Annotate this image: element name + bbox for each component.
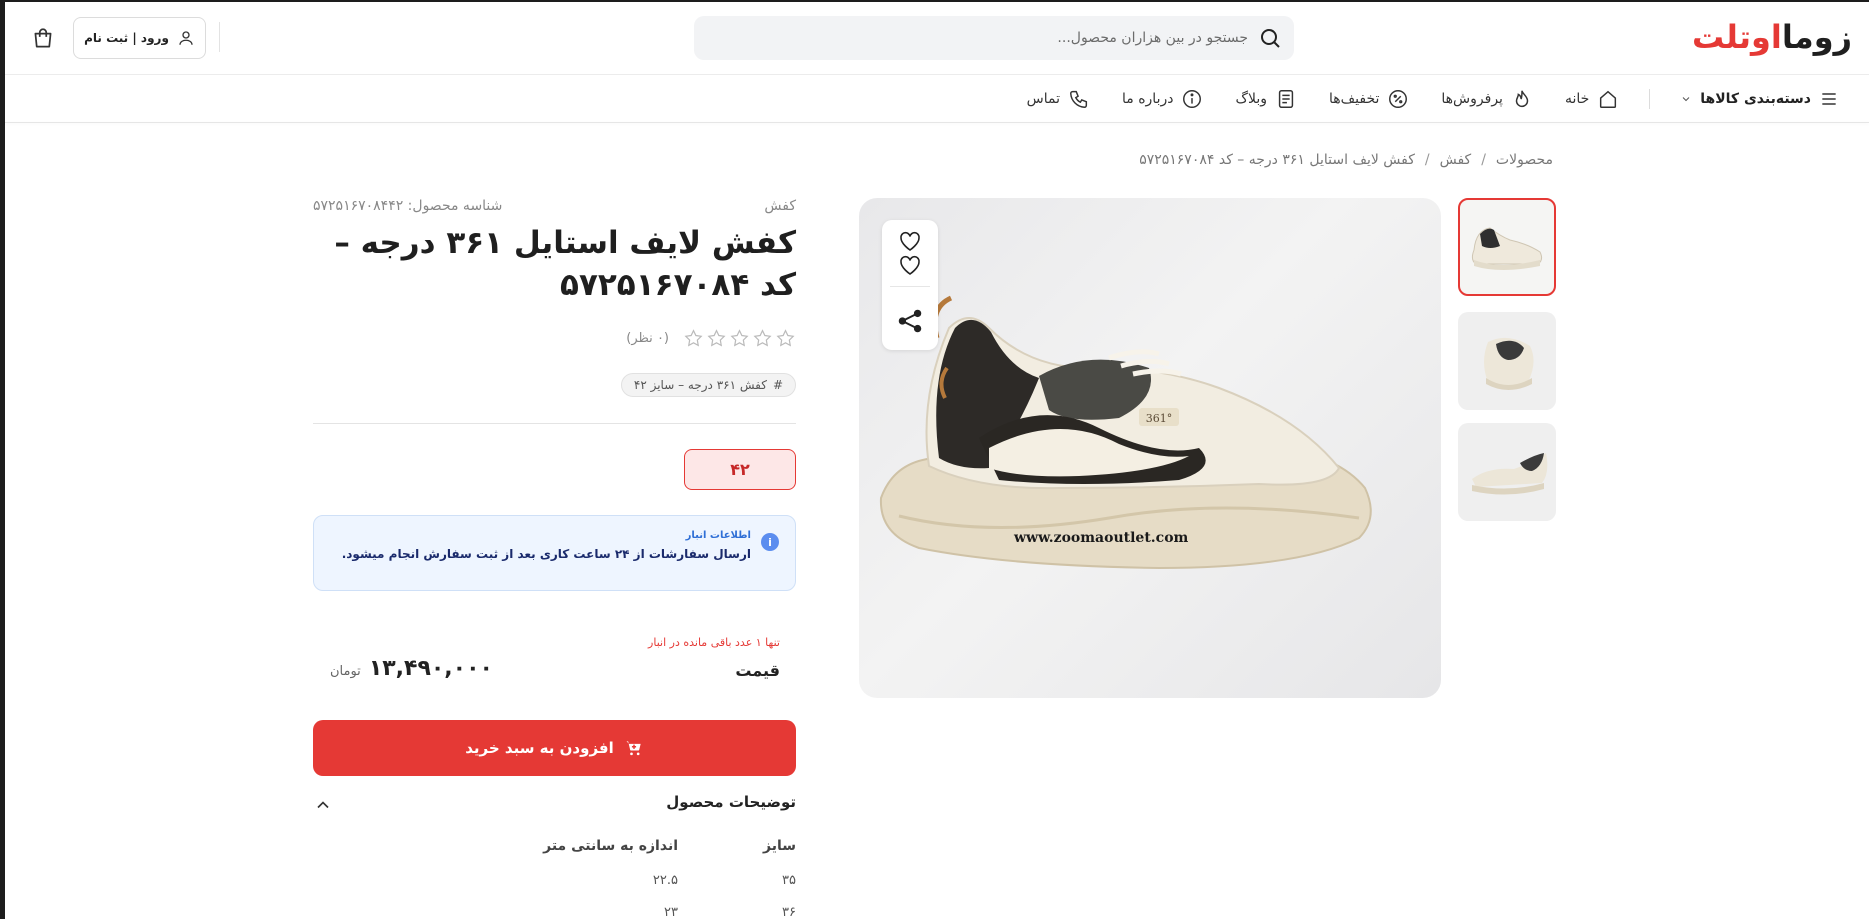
price-value: ۱۳,۴۹۰,۰۰۰ bbox=[368, 656, 493, 681]
user-icon bbox=[179, 31, 193, 45]
window-frame-left bbox=[0, 0, 5, 919]
header-divider bbox=[219, 22, 220, 52]
nav-item-home[interactable]: خانه bbox=[1565, 88, 1619, 110]
description-title[interactable]: توضیحات محصول bbox=[666, 793, 796, 811]
info-icon: i bbox=[761, 533, 779, 551]
cart-icon[interactable] bbox=[30, 26, 56, 52]
nav-item-blog[interactable]: وبلاگ bbox=[1235, 88, 1297, 110]
add-to-cart-button[interactable]: افزودن به سبد خرید bbox=[313, 720, 796, 776]
breadcrumb: محصولات / کفش / کفش لایف استایل ۳۶۱ درجه… bbox=[1139, 152, 1553, 168]
size-table-header: سایز اندازه به سانتی متر bbox=[498, 838, 796, 854]
document-icon bbox=[1278, 90, 1294, 108]
nav-item-discounts[interactable]: تخفیف‌ها bbox=[1329, 88, 1409, 110]
cell-size: ۳۶ bbox=[782, 905, 796, 919]
categories-label: دسته‌بندی کالاها bbox=[1700, 91, 1811, 107]
login-register-button[interactable]: ورود | ثبت نام bbox=[73, 17, 206, 59]
star-icon bbox=[730, 329, 749, 347]
login-label: ورود | ثبت نام bbox=[84, 31, 169, 45]
cell-size: ۳۵ bbox=[782, 873, 796, 888]
star-icon bbox=[776, 329, 795, 347]
nav-item-label: درباره ما bbox=[1122, 91, 1174, 107]
breadcrumb-item[interactable]: کفش bbox=[1440, 152, 1472, 168]
shoe-brand-mark: 361° bbox=[1146, 412, 1173, 425]
menu-icon bbox=[1822, 93, 1836, 105]
search-input[interactable]: جستجو در بین هزاران محصول... bbox=[694, 16, 1294, 60]
stock-info-text: ارسال سفارشات از ۲۴ ساعت کاری بعد از ثبت… bbox=[341, 547, 751, 561]
discount-icon bbox=[1389, 90, 1408, 108]
column-header-size: سایز bbox=[763, 838, 796, 854]
product-thumbnail[interactable] bbox=[1458, 423, 1556, 521]
header-divider-line bbox=[5, 74, 1869, 75]
product-thumbnail[interactable] bbox=[1458, 312, 1556, 410]
breadcrumb-item[interactable]: محصولات bbox=[1496, 152, 1553, 168]
size-option-selected[interactable]: ۴۲ bbox=[684, 449, 796, 490]
product-title: کفش لایف استایل ۳۶۱ درجه – کد ۵۷۲۵۱۶۷۰۸۴ bbox=[334, 225, 796, 303]
nav-item-label: خانه bbox=[1564, 91, 1590, 107]
nav-item-label: تماس bbox=[1026, 91, 1060, 107]
search-placeholder: جستجو در بین هزاران محصول... bbox=[1057, 30, 1248, 46]
logo-part1: زوما bbox=[1781, 18, 1853, 56]
nav-divider-line bbox=[5, 122, 1869, 123]
logo-part2: اوتلت bbox=[1692, 18, 1783, 56]
shoe-thumbnail-image bbox=[1471, 227, 1543, 270]
breadcrumb-current: کفش لایف استایل ۳۶۱ درجه – کد ۵۷۲۵۱۶۷۰۸۴ bbox=[1139, 152, 1415, 168]
star-icon bbox=[707, 329, 726, 347]
favorite-heart-icon[interactable] bbox=[898, 254, 922, 276]
stock-info-title: اطلاعات انبار bbox=[685, 530, 751, 541]
stock-info-box: i اطلاعات انبار ارسال سفارشات از ۲۴ ساعت… bbox=[313, 515, 796, 591]
tag-hash: # bbox=[772, 378, 783, 392]
home-icon bbox=[1600, 90, 1617, 108]
cell-cm: ۲۲.۵ bbox=[652, 873, 678, 888]
fire-icon bbox=[1515, 90, 1529, 107]
breadcrumb-separator: / bbox=[1424, 152, 1430, 168]
nav-item-label: تخفیف‌ها bbox=[1329, 91, 1380, 107]
cart-add-icon bbox=[626, 741, 641, 756]
phone-icon bbox=[1070, 90, 1088, 108]
divider bbox=[313, 423, 796, 424]
breadcrumb-separator: / bbox=[1481, 152, 1486, 168]
nav-item-label: وبلاگ bbox=[1235, 91, 1268, 107]
window-frame-top bbox=[0, 0, 1869, 2]
product-category[interactable]: کفش bbox=[764, 198, 796, 214]
wishlist-heart-icon[interactable] bbox=[898, 230, 922, 252]
star-icon bbox=[753, 329, 772, 347]
nav-item-bestsellers[interactable]: پرفروش‌ها bbox=[1441, 88, 1533, 110]
product-tag[interactable]: # کفش ۳۶۱ درجه – سایز ۴۲ bbox=[620, 373, 796, 397]
shoe-thumbnail-image bbox=[1472, 453, 1548, 495]
site-logo[interactable]: زومااوتلت bbox=[1692, 14, 1853, 60]
chevron-up-icon[interactable] bbox=[313, 795, 333, 815]
review-count: (۰ نظر) bbox=[626, 331, 669, 346]
product-rating[interactable]: (۰ نظر) bbox=[626, 328, 796, 349]
search-icon bbox=[1261, 29, 1280, 48]
nav-item-about[interactable]: درباره ما bbox=[1122, 88, 1203, 110]
table-row: ۳۵ ۲۲.۵ bbox=[498, 873, 796, 888]
product-sku: شناسه محصول: ۵۷۲۵۱۶۷۰۸۴۴۲ bbox=[313, 198, 503, 214]
image-watermark: www.zoomaoutlet.com bbox=[1014, 530, 1189, 546]
nav-item-contact[interactable]: تماس bbox=[1027, 88, 1090, 110]
product-main-image[interactable]: 361° bbox=[859, 198, 1441, 698]
star-icon bbox=[684, 329, 703, 347]
product-thumbnail[interactable] bbox=[1458, 198, 1556, 296]
table-row: ۳۶ ۲۳ bbox=[498, 905, 796, 919]
shoe-image: 361° bbox=[879, 295, 1372, 570]
shoe-thumbnail-image bbox=[1484, 337, 1534, 390]
info-icon bbox=[1183, 90, 1202, 108]
share-icon[interactable] bbox=[897, 308, 923, 334]
nav-item-label: پرفروش‌ها bbox=[1441, 91, 1503, 107]
price: ۱۳,۴۹۰,۰۰۰ تومان bbox=[330, 656, 493, 681]
categories-menu[interactable]: دسته‌بندی کالاها bbox=[1680, 89, 1839, 109]
price-currency: تومان bbox=[330, 664, 361, 679]
price-label: قیمت bbox=[735, 661, 780, 680]
chevron-down-icon bbox=[1682, 97, 1690, 102]
main-nav: دسته‌بندی کالاها خانه پرفروش‌ها تخفیف‌ها… bbox=[995, 84, 1839, 114]
stock-remaining: تنها ۱ عدد باقی مانده در انبار bbox=[648, 636, 780, 649]
image-actions bbox=[882, 220, 938, 350]
nav-divider bbox=[1649, 89, 1651, 109]
tag-label: کفش ۳۶۱ درجه – سایز ۴۲ bbox=[633, 378, 767, 392]
action-divider bbox=[890, 286, 930, 287]
add-to-cart-label: افزودن به سبد خرید bbox=[465, 739, 614, 757]
cell-cm: ۲۳ bbox=[664, 905, 678, 919]
column-header-cm: اندازه به سانتی متر bbox=[543, 838, 678, 854]
